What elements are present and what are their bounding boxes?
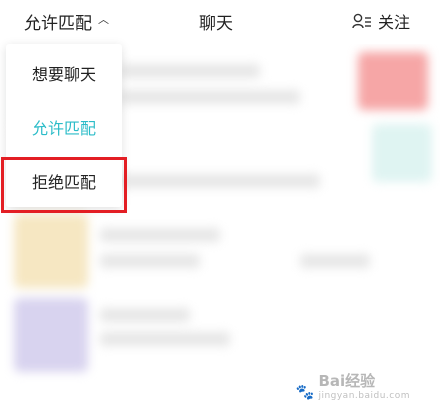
highlight-annotation [1,157,127,213]
follow-button[interactable]: 关注 [352,9,410,33]
user-list-icon [352,13,371,29]
paw-icon: 🐾 [295,383,315,401]
baidu-watermark: 🐾 Bai经验 jingyan.baidu.com [295,372,410,401]
thumbnail [372,124,432,182]
list-item[interactable] [0,214,440,294]
top-bar: 允许匹配 ︿ 聊天 关注 [0,0,440,44]
avatar [14,214,88,288]
list-item[interactable] [0,298,440,378]
menu-item-allow-match[interactable]: 允许匹配 [6,100,122,154]
match-mode-label: 允许匹配 [24,13,92,34]
follow-label: 关注 [377,13,410,32]
menu-item-want-chat[interactable]: 想要聊天 [6,46,122,100]
match-mode-dropdown[interactable]: 允许匹配 ︿ [24,9,109,34]
page-title: 聊天 [199,14,233,34]
avatar [14,298,88,372]
thumbnail [358,52,428,110]
chevron-up-icon: ︿ [98,13,109,26]
